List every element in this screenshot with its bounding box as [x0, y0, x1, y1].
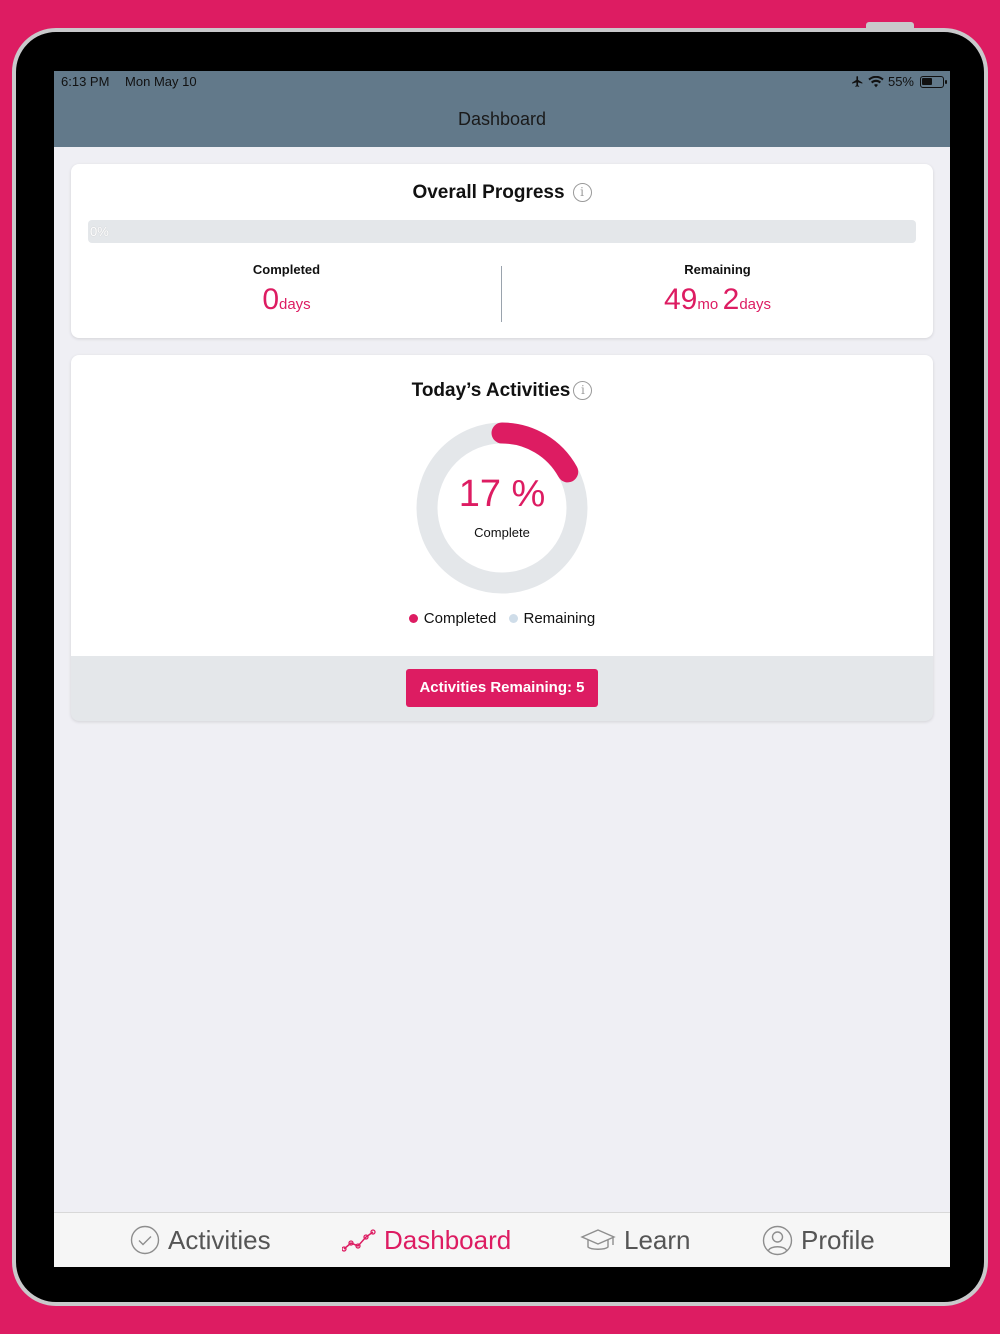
remaining-months-number: 49	[663, 283, 698, 316]
tab-profile[interactable]: Profile	[762, 1223, 875, 1257]
graduation-cap-icon	[580, 1229, 616, 1250]
user-circle-icon	[762, 1225, 793, 1255]
app-screen: 6:13 PM Mon May 10 55% Dashboard Overall…	[54, 71, 950, 1267]
legend-label-completed: Completed	[423, 610, 497, 627]
tab-label-activities: Activities	[168, 1224, 271, 1255]
tab-label-learn: Learn	[624, 1224, 691, 1255]
legend-item-remaining: Remaining	[508, 610, 596, 627]
completed-value: 0days	[71, 283, 502, 317]
remaining-days-unit: days	[739, 296, 772, 313]
todays-activities-card: Today’s Activities i 17 % Complete Comple…	[71, 355, 933, 721]
remaining-months-unit: mo	[697, 296, 719, 313]
tab-dashboard[interactable]: Dashboard	[342, 1223, 511, 1257]
todays-activities-body: Today’s Activities i 17 % Complete Comple…	[71, 355, 933, 656]
tab-label-dashboard: Dashboard	[384, 1224, 512, 1255]
overall-progress-bar: 0%	[88, 220, 916, 243]
completed-days-unit: days	[279, 296, 311, 313]
todays-activities-title-row: Today’s Activities i	[71, 380, 933, 402]
activities-remaining-button[interactable]: Activities Remaining: 5	[406, 669, 598, 707]
status-date: Mon May 10	[125, 74, 197, 89]
overall-progress-title-row: Overall Progress i	[71, 182, 933, 204]
tab-activities[interactable]: Activities	[130, 1223, 271, 1257]
donut-complete-label: Complete	[474, 525, 530, 540]
battery-fill	[922, 77, 932, 85]
battery-icon	[920, 75, 947, 88]
remaining-label: Remaining	[684, 262, 751, 277]
overall-progress-percent: 0%	[90, 224, 109, 239]
battery-percent: 55%	[887, 74, 914, 89]
tab-label-profile: Profile	[801, 1224, 875, 1255]
remaining-days-number: 2	[722, 283, 740, 316]
status-time: 6:13 PM	[61, 74, 110, 89]
completed-days-number: 0	[262, 283, 279, 316]
tab-bar: Activities Dashboard Learn Profile	[54, 1212, 950, 1267]
completed-label: Completed	[252, 262, 321, 277]
wifi-icon	[868, 75, 884, 87]
status-bar-right: 55%	[851, 74, 947, 89]
airplane-icon	[852, 76, 863, 87]
overall-progress-card: Overall Progress i 0% Completed 0days Rem…	[71, 164, 933, 338]
donut-progress-arc	[491, 422, 579, 483]
overall-progress-title: Overall Progress	[412, 182, 565, 203]
page-title: Dashboard	[457, 109, 547, 129]
app-header: 6:13 PM Mon May 10 55% Dashboard	[54, 71, 950, 147]
info-icon[interactable]: i	[573, 381, 593, 400]
remaining-stat: Remaining 49mo 2days	[502, 262, 933, 317]
donut-percent: 17 %	[458, 473, 546, 515]
tab-learn[interactable]: Learn	[580, 1223, 691, 1257]
todays-activities-title: Today’s Activities	[411, 380, 571, 401]
remaining-value: 49mo 2days	[502, 283, 933, 317]
activities-donut-chart: 17 % Complete	[415, 421, 589, 595]
status-bar-left: 6:13 PM Mon May 10	[61, 74, 209, 89]
legend-label-remaining: Remaining	[523, 610, 596, 627]
legend-dot-completed	[408, 614, 418, 623]
info-icon[interactable]: i	[572, 183, 592, 202]
line-chart-icon	[342, 1229, 376, 1252]
legend-item-completed: Completed	[408, 610, 497, 627]
completed-stat: Completed 0days	[71, 262, 502, 317]
check-circle-icon	[130, 1225, 160, 1255]
donut-legend: Completed Remaining	[71, 610, 933, 627]
legend-dot-remaining	[508, 614, 518, 623]
